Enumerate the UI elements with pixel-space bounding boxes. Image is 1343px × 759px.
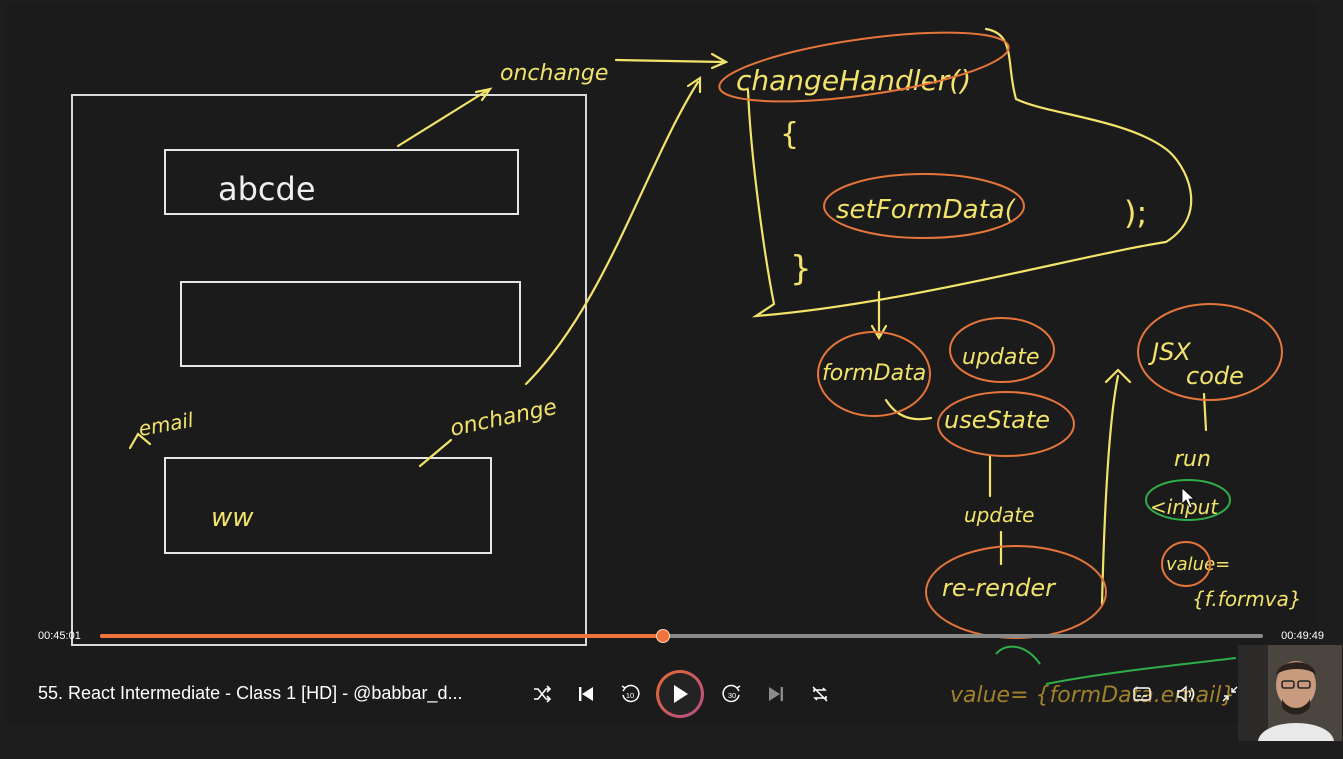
yellow-strokes [128, 27, 1208, 606]
previous-icon [579, 687, 593, 701]
video-frame[interactable]: abcde ww onchange onchange email changeH… [6, 4, 1318, 724]
repeat-button[interactable] [804, 678, 836, 710]
forward-30-button[interactable]: 30 [716, 678, 748, 710]
arrow-to-onchange-bottom [418, 438, 453, 468]
arrow-formdata-usestate [884, 398, 933, 421]
shuffle-button[interactable] [526, 678, 558, 710]
arrow-rerender-jsx [1100, 374, 1120, 606]
seek-thumb[interactable] [655, 629, 670, 643]
brace-open: { [780, 117, 799, 152]
node-update: update [962, 345, 1040, 370]
play-button[interactable] [656, 670, 704, 718]
node-value: value= [1166, 554, 1230, 575]
previous-button[interactable] [570, 678, 602, 710]
repeat-off-icon [812, 686, 828, 702]
label-update-mid: update [964, 503, 1034, 527]
rewind-10-button[interactable]: 10 [614, 678, 646, 710]
label-run: run [1174, 447, 1211, 472]
handwriting-white: abcde ww [211, 170, 316, 533]
label-onchange-top: onchange [500, 61, 608, 86]
form-mockup [71, 94, 587, 646]
minimize-icon [1222, 686, 1238, 702]
arrow-to-handler [614, 58, 726, 64]
node-jsx-line1: JSX [1148, 338, 1191, 366]
input-box-2 [180, 281, 521, 367]
volume-icon [1177, 685, 1195, 703]
arrow-bottom-to-handler [524, 80, 700, 386]
node-usestate: useState [944, 406, 1050, 434]
total-time: 00:49:49 [1281, 630, 1324, 642]
scribble-text: ww [211, 503, 254, 533]
orange-circles [718, 31, 1283, 639]
node-formdata: formData [822, 361, 926, 386]
svg-text:10: 10 [626, 691, 634, 700]
form-outline [71, 94, 587, 646]
set-call-end: ); [1124, 194, 1147, 232]
next-button[interactable] [760, 678, 792, 710]
volume-button[interactable] [1170, 678, 1202, 710]
media-player: abcde ww onchange onchange email changeH… [0, 0, 1343, 759]
arrow-to-onchange-top [396, 88, 490, 148]
presenter-portrait [1238, 645, 1342, 741]
label-email: email [137, 408, 196, 441]
seek-progress [100, 634, 663, 638]
node-value-expr: {f.formva} [1192, 587, 1302, 611]
current-time: 00:45:01 [38, 630, 81, 642]
yellow-text: onchange onchange email changeHandler() … [137, 61, 1302, 708]
handler-title: changeHandler() [736, 64, 971, 97]
forward-30-icon: 30 [722, 684, 741, 703]
node-rerender: re-render [942, 574, 1057, 602]
play-icon [674, 685, 688, 703]
next-icon [769, 687, 783, 701]
player-controls: 00:45:01 00:49:49 55. React Intermediate… [0, 620, 1343, 759]
node-jsx-line2: code [1186, 362, 1244, 390]
video-title: 55. React Intermediate - Class 1 [HD] - … [38, 683, 463, 703]
seek-bar[interactable] [100, 629, 1263, 643]
shuffle-icon [534, 685, 552, 703]
captions-icon [1133, 687, 1151, 701]
label-onchange-bottom: onchange [448, 395, 559, 442]
captions-button[interactable] [1126, 678, 1158, 710]
whiteboard: abcde ww onchange onchange email changeH… [71, 27, 1302, 708]
svg-text:30: 30 [728, 691, 736, 700]
rewind-10-icon: 10 [621, 684, 640, 703]
brace-close: } [790, 249, 812, 289]
set-call: setFormData( [836, 195, 1017, 225]
input-one-text: abcde [218, 170, 316, 208]
presenter-webcam [1238, 645, 1342, 741]
